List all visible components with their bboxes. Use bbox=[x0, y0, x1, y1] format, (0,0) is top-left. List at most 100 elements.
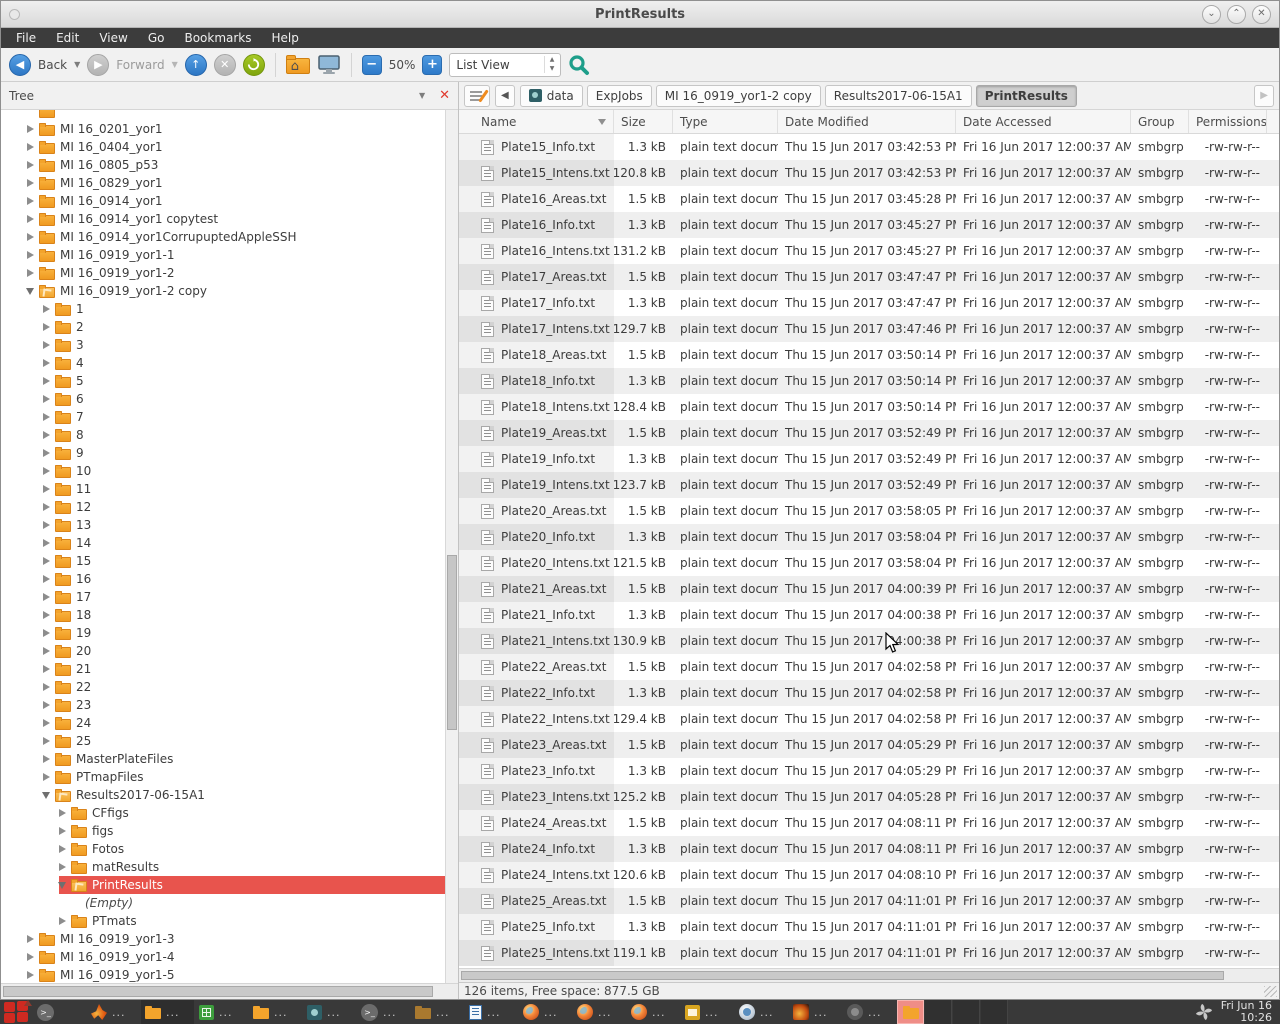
zoom-out-button[interactable]: − bbox=[362, 55, 382, 75]
expander-closed-icon[interactable] bbox=[39, 377, 53, 385]
taskbar-task[interactable]: ... bbox=[735, 1000, 788, 1024]
tree-item[interactable]: MI 16_0919_yor1-5 bbox=[1, 966, 445, 983]
tree-item[interactable]: MI 16_0201_yor1 bbox=[1, 120, 445, 138]
table-row[interactable]: Plate18_Areas.txt1.5 kBplain text docume… bbox=[459, 342, 1279, 368]
tree-item[interactable]: MI 16_0914_yor1CorrupuptedAppleSSH bbox=[1, 228, 445, 246]
maximize-button[interactable]: ⌃ bbox=[1227, 5, 1246, 24]
taskbar-task[interactable]: ... bbox=[141, 1000, 194, 1024]
taskbar-task[interactable]: ... bbox=[627, 1000, 680, 1024]
forward-icon[interactable]: ▶ bbox=[87, 54, 109, 76]
start-menu-button[interactable] bbox=[2, 1000, 32, 1024]
expander-closed-icon[interactable] bbox=[23, 971, 37, 979]
close-button[interactable]: ✕ bbox=[1252, 5, 1271, 24]
tree-item[interactable]: PTmapFiles bbox=[1, 768, 445, 786]
search-button[interactable] bbox=[568, 54, 590, 76]
breadcrumb-data[interactable]: data bbox=[520, 85, 583, 107]
menu-help[interactable]: Help bbox=[263, 29, 308, 47]
tree-item[interactable]: 6 bbox=[1, 390, 445, 408]
taskbar-empty-slot[interactable] bbox=[953, 1000, 980, 1024]
tree-item[interactable]: 25 bbox=[1, 732, 445, 750]
tree-item[interactable]: 17 bbox=[1, 588, 445, 606]
tree-item[interactable]: MI 16_0919_yor1-4 bbox=[1, 948, 445, 966]
expander-closed-icon[interactable] bbox=[39, 683, 53, 691]
tree-item[interactable]: 21 bbox=[1, 660, 445, 678]
computer-button[interactable] bbox=[317, 55, 341, 75]
expander-closed-icon[interactable] bbox=[39, 737, 53, 745]
clock[interactable]: Fri Jun 16 10:26 bbox=[1221, 1000, 1272, 1024]
expander-closed-icon[interactable] bbox=[39, 575, 53, 583]
tree-item[interactable]: 7 bbox=[1, 408, 445, 426]
expander-closed-icon[interactable] bbox=[39, 665, 53, 673]
expander-closed-icon[interactable] bbox=[23, 953, 37, 961]
tree-item[interactable]: 2 bbox=[1, 318, 445, 336]
resize-grip[interactable] bbox=[1264, 986, 1277, 997]
expander-closed-icon[interactable] bbox=[23, 161, 37, 169]
expander-closed-icon[interactable] bbox=[23, 143, 37, 151]
expander-closed-icon[interactable] bbox=[39, 485, 53, 493]
table-row[interactable]: Plate20_Info.txt1.3 kBplain text documen… bbox=[459, 524, 1279, 550]
breadcrumb-results2017-06-15a1[interactable]: Results2017-06-15A1 bbox=[825, 85, 972, 107]
expander-closed-icon[interactable] bbox=[39, 467, 53, 475]
path-scroll-right-button[interactable]: ▶ bbox=[1254, 85, 1274, 107]
expander-closed-icon[interactable] bbox=[39, 773, 53, 781]
table-row[interactable]: Plate17_Areas.txt1.5 kBplain text docume… bbox=[459, 264, 1279, 290]
breadcrumb-printresults[interactable]: PrintResults bbox=[976, 85, 1077, 107]
titlebar[interactable]: PrintResults ⌄ ⌃ ✕ bbox=[1, 1, 1279, 28]
taskbar-task[interactable]: ... bbox=[843, 1000, 896, 1024]
tree-item[interactable]: 24 bbox=[1, 714, 445, 732]
tree-item[interactable]: 11 bbox=[1, 480, 445, 498]
up-button[interactable]: ↑ bbox=[185, 54, 207, 76]
table-row[interactable]: Plate22_Info.txt1.3 kBplain text documen… bbox=[459, 680, 1279, 706]
tree-scrollbar-thumb[interactable] bbox=[447, 555, 457, 730]
menu-bookmarks[interactable]: Bookmarks bbox=[175, 29, 260, 47]
table-row[interactable]: Plate25_Info.txt1.3 kBplain text documen… bbox=[459, 914, 1279, 940]
expander-closed-icon[interactable] bbox=[39, 701, 53, 709]
column-header-size[interactable]: Size bbox=[614, 110, 673, 133]
tree-item[interactable]: 23 bbox=[1, 696, 445, 714]
expander-closed-icon[interactable] bbox=[23, 197, 37, 205]
tree-item[interactable]: 15 bbox=[1, 552, 445, 570]
column-header-date-accessed[interactable]: Date Accessed bbox=[956, 110, 1131, 133]
toggle-location-entry-button[interactable] bbox=[464, 85, 490, 107]
tree-item[interactable]: PTmats bbox=[1, 912, 445, 930]
tree-item[interactable]: MI 16_0404_yor1 bbox=[1, 138, 445, 156]
spinner-arrows-icon[interactable]: ▲▼ bbox=[544, 56, 555, 73]
expander-closed-icon[interactable] bbox=[39, 503, 53, 511]
table-row[interactable]: Plate24_Info.txt1.3 kBplain text documen… bbox=[459, 836, 1279, 862]
table-row[interactable]: Plate24_Areas.txt1.5 kBplain text docume… bbox=[459, 810, 1279, 836]
expander-closed-icon[interactable] bbox=[23, 269, 37, 277]
tree-item[interactable]: CFfigs bbox=[1, 804, 445, 822]
table-row[interactable]: Plate15_Intens.txt120.8 kBplain text doc… bbox=[459, 160, 1279, 186]
tree-item[interactable]: 1 bbox=[1, 300, 445, 318]
forward-dropdown-icon[interactable]: ▼ bbox=[172, 60, 178, 69]
expander-closed-icon[interactable] bbox=[55, 827, 69, 835]
expander-closed-icon[interactable] bbox=[39, 557, 53, 565]
table-row[interactable]: Plate23_Info.txt1.3 kBplain text documen… bbox=[459, 758, 1279, 784]
expander-closed-icon[interactable] bbox=[55, 917, 69, 925]
table-row[interactable]: Plate17_Intens.txt129.7 kBplain text doc… bbox=[459, 316, 1279, 342]
table-row[interactable]: Plate18_Intens.txt128.4 kBplain text doc… bbox=[459, 394, 1279, 420]
taskbar-task[interactable]: ... bbox=[465, 1000, 518, 1024]
expander-closed-icon[interactable] bbox=[23, 215, 37, 223]
table-row[interactable]: Plate21_Intens.txt130.9 kBplain text doc… bbox=[459, 628, 1279, 654]
taskbar-task[interactable]: >_... bbox=[357, 1000, 410, 1024]
table-row[interactable]: Plate22_Areas.txt1.5 kBplain text docume… bbox=[459, 654, 1279, 680]
expander-closed-icon[interactable] bbox=[39, 323, 53, 331]
expander-closed-icon[interactable] bbox=[39, 611, 53, 619]
tree-item[interactable]: MI 16_0919_yor1-3 bbox=[1, 930, 445, 948]
table-row[interactable]: Plate18_Info.txt1.3 kBplain text documen… bbox=[459, 368, 1279, 394]
column-header-type[interactable]: Type bbox=[673, 110, 778, 133]
tree-item[interactable]: Fotos bbox=[1, 840, 445, 858]
back-button[interactable]: Back bbox=[38, 58, 67, 72]
tree-item[interactable]: 12 bbox=[1, 498, 445, 516]
tree-item[interactable]: MI 16_0914_yor1 bbox=[1, 192, 445, 210]
expander-closed-icon[interactable] bbox=[39, 593, 53, 601]
taskbar-task[interactable]: ... bbox=[87, 1000, 140, 1024]
tree-item[interactable]: MI 16_0919_yor1-1 bbox=[1, 246, 445, 264]
tree-horizontal-scrollbar[interactable] bbox=[1, 983, 458, 999]
table-row[interactable]: Plate20_Areas.txt1.5 kBplain text docume… bbox=[459, 498, 1279, 524]
menu-file[interactable]: File bbox=[7, 29, 45, 47]
expander-closed-icon[interactable] bbox=[39, 647, 53, 655]
table-row[interactable]: Plate16_Info.txt1.3 kBplain text documen… bbox=[459, 212, 1279, 238]
expander-closed-icon[interactable] bbox=[23, 251, 37, 259]
